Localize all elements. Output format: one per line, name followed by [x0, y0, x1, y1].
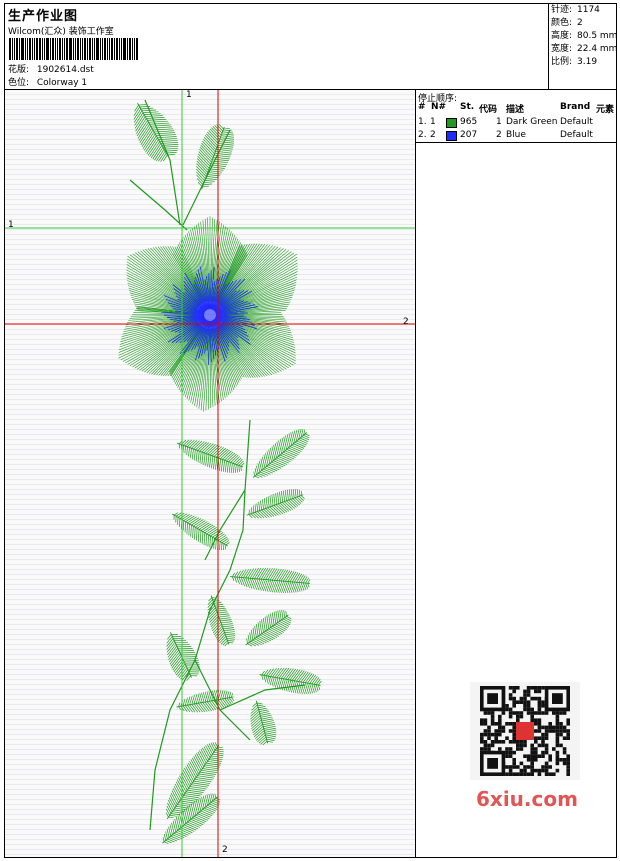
qr-code: [470, 682, 580, 780]
guide-label-h1: 1: [8, 220, 14, 230]
col-stitches: St.: [460, 102, 475, 112]
design-label: 花版:: [8, 65, 30, 75]
stats-panel: 针迹: 1174 颜色: 2 高度: 80.5 mm 宽度: 22.4 mm 比例: 3.…: [548, 4, 617, 89]
qr-code-image: [480, 686, 570, 776]
guide-label-v1: 1: [186, 90, 192, 100]
col-index: #: [418, 102, 426, 112]
guide-label-h2: 2: [403, 317, 409, 327]
design-canvas: 1 1 2 2: [5, 90, 416, 857]
stat-height: 高度: 80.5 mm: [551, 31, 618, 41]
sheet-header: 生产作业图 Wilcom(汇众) 装饰工作室 花版: 1902614.dst 色…: [5, 4, 617, 90]
guide-label-v2: 2: [222, 845, 228, 855]
stat-width: 宽度: 22.4 mm: [551, 44, 618, 54]
colorway-label: 色位:: [8, 78, 30, 88]
sheet-title: 生产作业图: [8, 9, 79, 24]
col-brand: Brand: [560, 102, 591, 112]
color-swatch: [446, 118, 457, 128]
table-row: 1. 1 965 1 Dark Green Default: [418, 117, 593, 128]
colorway-value: Colorway 1: [36, 78, 88, 88]
col-element: 元素: [596, 105, 615, 115]
embroidery-preview: [5, 90, 415, 857]
panel-divider: [416, 142, 616, 143]
design-info: 花版: 1902614.dst: [8, 62, 94, 75]
company-name: Wilcom(汇众) 装饰工作室: [8, 27, 114, 37]
design-value: 1902614.dst: [36, 65, 94, 75]
color-swatch: [446, 131, 457, 141]
stat-stitches: 针迹: 1174: [551, 5, 600, 15]
col-description: 描述: [506, 105, 525, 115]
stat-scale: 比例: 3.19: [551, 57, 598, 67]
colorway-info: 色位: Colorway 1: [8, 75, 87, 88]
table-row: 2. 2 207 2 Blue Default: [418, 130, 593, 141]
barcode: [9, 38, 145, 60]
stat-colors: 颜色: 2: [551, 18, 583, 28]
col-code: 代码: [479, 105, 498, 115]
col-needle: N#: [431, 102, 447, 112]
watermark: 6xiu.com: [476, 787, 578, 811]
stop-table-header: # N# St. 代码 描述 Brand 元素: [416, 102, 616, 115]
